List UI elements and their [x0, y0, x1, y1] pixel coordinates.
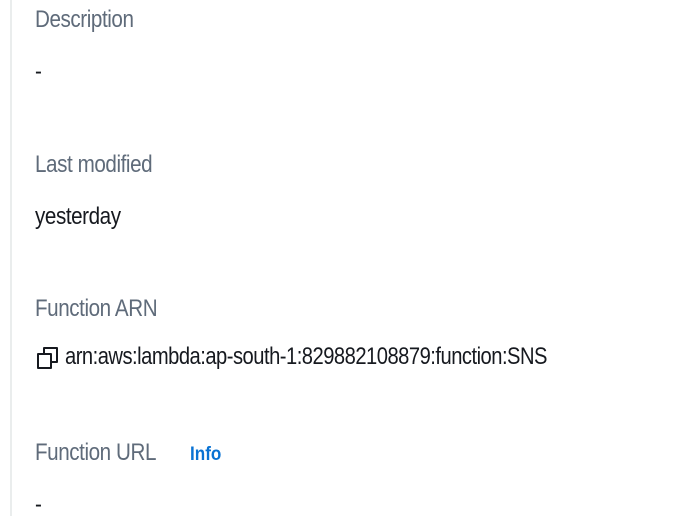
copy-icon[interactable]	[37, 347, 58, 369]
function-details-panel: Description - Last modified yesterday Fu…	[0, 0, 679, 516]
function-url-info-link[interactable]: Info	[190, 444, 221, 466]
last-modified-value-text: yesterday	[35, 203, 121, 230]
description-value-text: -	[35, 58, 42, 85]
panel-divider	[0, 0, 12, 516]
function-url-value-text: -	[35, 491, 42, 516]
description-value: -	[35, 58, 43, 86]
function-url-label-text: Function URL	[35, 439, 157, 466]
last-modified-value: yesterday	[35, 203, 135, 231]
function-arn-label-text: Function ARN	[35, 295, 158, 322]
last-modified-label: Last modified	[35, 151, 171, 179]
function-url-value: -	[35, 491, 43, 516]
function-arn-value: arn:aws:lambda:ap-south-1:829882108879:f…	[65, 343, 548, 370]
description-label: Description	[35, 6, 150, 34]
function-arn-label: Function ARN	[35, 295, 177, 323]
last-modified-label-text: Last modified	[35, 151, 153, 178]
function-arn-row: arn:aws:lambda:ap-south-1:829882108879:f…	[35, 343, 639, 371]
description-label-text: Description	[35, 6, 134, 33]
function-url-label: Function URL Info	[35, 439, 225, 467]
